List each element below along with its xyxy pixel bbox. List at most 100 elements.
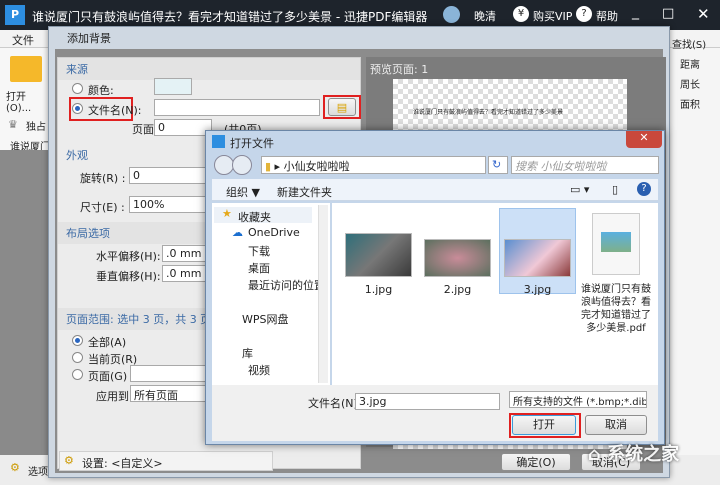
- view-icon[interactable]: ▭ ▾: [570, 183, 589, 196]
- filename-radio[interactable]: [72, 103, 83, 114]
- folder-icon: ▮: [265, 160, 272, 173]
- nav-recent[interactable]: 最近访问的位置: [248, 277, 325, 293]
- filename-label: 文件名(N):: [88, 104, 142, 117]
- forward-button[interactable]: [232, 155, 252, 175]
- help-button[interactable]: 帮助: [596, 8, 618, 24]
- options-button[interactable]: 选项: [28, 463, 48, 478]
- apply-to-select[interactable]: 所有页面: [130, 385, 210, 402]
- nav-wps-cloud[interactable]: WPS网盘: [242, 311, 289, 327]
- pdf-file-icon[interactable]: [592, 213, 640, 275]
- apply-to-label: 应用到:: [96, 390, 133, 403]
- close-button[interactable]: ✕: [626, 131, 662, 148]
- search-placeholder: 搜索 小仙女啦啦啦: [515, 160, 607, 173]
- left-toolbar: 打开(O)... ♛ 独占 谁说厦门: [0, 48, 50, 153]
- pages-radio[interactable]: [72, 369, 83, 380]
- help-icon[interactable]: ?: [637, 182, 651, 196]
- perimeter-tool[interactable]: 周长: [680, 76, 700, 91]
- all-pages-label: 全部(A): [88, 336, 127, 349]
- nav-onedrive[interactable]: OneDrive: [248, 226, 300, 239]
- avatar[interactable]: [443, 6, 460, 23]
- refresh-button[interactable]: ↻: [488, 156, 508, 174]
- nav-scrollbar[interactable]: [318, 205, 328, 383]
- color-radio[interactable]: [72, 83, 83, 94]
- open-button[interactable]: 打开(O)...: [6, 88, 50, 114]
- distance-tool[interactable]: 距离: [680, 56, 700, 71]
- settings-select[interactable]: ⚙ 设置: <自定义>: [59, 451, 273, 471]
- maximize-button[interactable]: □: [662, 6, 674, 21]
- size-label: 尺寸(E) :: [80, 201, 125, 214]
- v-offset-input[interactable]: .0 mm: [162, 265, 208, 282]
- toolbar: 组织 ▼ 新建文件夹 ▭ ▾ ▯ ?: [212, 179, 658, 201]
- browse-folder-button[interactable]: ▤: [328, 98, 356, 116]
- v-offset-label: 垂直偏移(H):: [96, 270, 161, 283]
- color-label: 颜色:: [88, 84, 114, 97]
- dialog-footer: 文件名(N): 3.jpg 所有支持的文件 (*.bmp;*.dib;* 打开 …: [212, 385, 658, 441]
- watermark-logo: ⌂ 系统之家: [588, 444, 680, 465]
- file-name[interactable]: 谁说厦门只有鼓浪屿值得去？看完才知道错过了多少美景.pdf: [580, 283, 652, 335]
- source-header: 来源: [58, 58, 360, 80]
- open-file-dialog: 打开文件 ✕ ▮ ▸ 小仙女啦啦啦 ↻ 搜索 小仙女啦啦啦 组织 ▼ 新建文件夹…: [205, 130, 665, 445]
- h-offset-input[interactable]: .0 mm: [162, 245, 208, 262]
- current-page-radio[interactable]: [72, 352, 83, 363]
- vip-icon: ¥: [513, 6, 529, 22]
- ok-button[interactable]: 确定(O): [501, 453, 571, 471]
- exclusive-button[interactable]: 独占: [26, 118, 46, 133]
- dialog-logo-icon: [212, 135, 225, 148]
- address-bar[interactable]: ▮ ▸ 小仙女啦啦啦: [261, 156, 486, 174]
- preview-title: 谁说厦门只有鼓浪屿值得去？看完才知道错过了多少美景: [413, 109, 564, 116]
- rotate-stepper[interactable]: 0: [129, 167, 207, 184]
- rotate-label: 旋转(R) :: [80, 172, 126, 185]
- size-stepper[interactable]: 100%: [129, 196, 207, 213]
- gear-icon: ⚙: [10, 461, 20, 474]
- crown-icon: ♛: [8, 118, 18, 131]
- open-button[interactable]: 打开: [512, 415, 576, 435]
- nav-favorites[interactable]: 收藏夹: [238, 209, 271, 225]
- help-icon: ?: [576, 6, 592, 22]
- vip-button[interactable]: 购买VIP: [533, 8, 572, 24]
- filename-label: 文件名(N):: [308, 397, 362, 410]
- folder-icon: [10, 56, 42, 82]
- nav-videos[interactable]: 视频: [248, 362, 270, 378]
- file-type-select[interactable]: 所有支持的文件 (*.bmp;*.dib;*: [509, 391, 647, 408]
- filename-input[interactable]: [154, 99, 320, 116]
- color-swatch-dropdown[interactable]: [154, 78, 192, 95]
- window-title: 谁说厦门只有鼓浪屿值得去？看完才知道错过了多少美景 - 迅捷PDF编辑器: [32, 10, 428, 24]
- nav-downloads[interactable]: 下载: [248, 243, 270, 259]
- area-tool[interactable]: 面积: [680, 96, 700, 111]
- app-logo-icon: P: [5, 5, 25, 25]
- close-button[interactable]: ✕: [697, 5, 710, 23]
- find-button[interactable]: 查找(S): [672, 36, 706, 51]
- minimize-button[interactable]: _: [632, 4, 639, 20]
- file-thumb-1[interactable]: [345, 233, 412, 277]
- menu-file[interactable]: 文件: [12, 32, 34, 48]
- user-name[interactable]: 晚清: [474, 8, 496, 24]
- address-path: 小仙女啦啦啦: [283, 160, 350, 173]
- file-name[interactable]: 1.jpg: [345, 283, 412, 296]
- cloud-icon: ☁: [232, 226, 243, 239]
- nav-desktop[interactable]: 桌面: [248, 260, 270, 276]
- nav-library[interactable]: 库: [242, 345, 253, 361]
- cancel-button[interactable]: 取消: [585, 415, 647, 435]
- file-name[interactable]: 3.jpg: [504, 283, 571, 296]
- dialog-title: 添加背景: [67, 32, 111, 45]
- organize-button[interactable]: 组织 ▼: [226, 184, 260, 200]
- preview-pane-icon[interactable]: ▯: [612, 183, 618, 196]
- nav-pane: 收藏夹 ★ ☁ OneDrive 下载 桌面 最近访问的位置 WPS网盘 库 视…: [212, 203, 330, 385]
- page-stepper[interactable]: 0: [154, 119, 212, 136]
- search-input[interactable]: 搜索 小仙女啦啦啦: [511, 156, 659, 174]
- filename-input[interactable]: 3.jpg: [355, 393, 500, 410]
- settings-value: 设置: <自定义>: [82, 457, 163, 470]
- watermark-text: 系统之家: [607, 444, 680, 465]
- all-pages-radio[interactable]: [72, 335, 83, 346]
- h-offset-label: 水平偏移(H):: [96, 250, 161, 263]
- gear-icon: ⚙: [64, 454, 74, 467]
- pages-input[interactable]: [130, 365, 210, 382]
- file-list: 1.jpg 2.jpg 3.jpg 谁说厦门只有鼓浪屿值得去？看完才知道错过了多…: [332, 203, 658, 385]
- file-thumb-3[interactable]: [504, 239, 571, 277]
- back-button[interactable]: [214, 155, 234, 175]
- file-thumb-2[interactable]: [424, 239, 491, 277]
- file-name[interactable]: 2.jpg: [424, 283, 491, 296]
- right-toolbar: 查找(S) 距离 周长 面积: [668, 40, 720, 458]
- document-area: [0, 150, 50, 455]
- new-folder-button[interactable]: 新建文件夹: [277, 184, 332, 200]
